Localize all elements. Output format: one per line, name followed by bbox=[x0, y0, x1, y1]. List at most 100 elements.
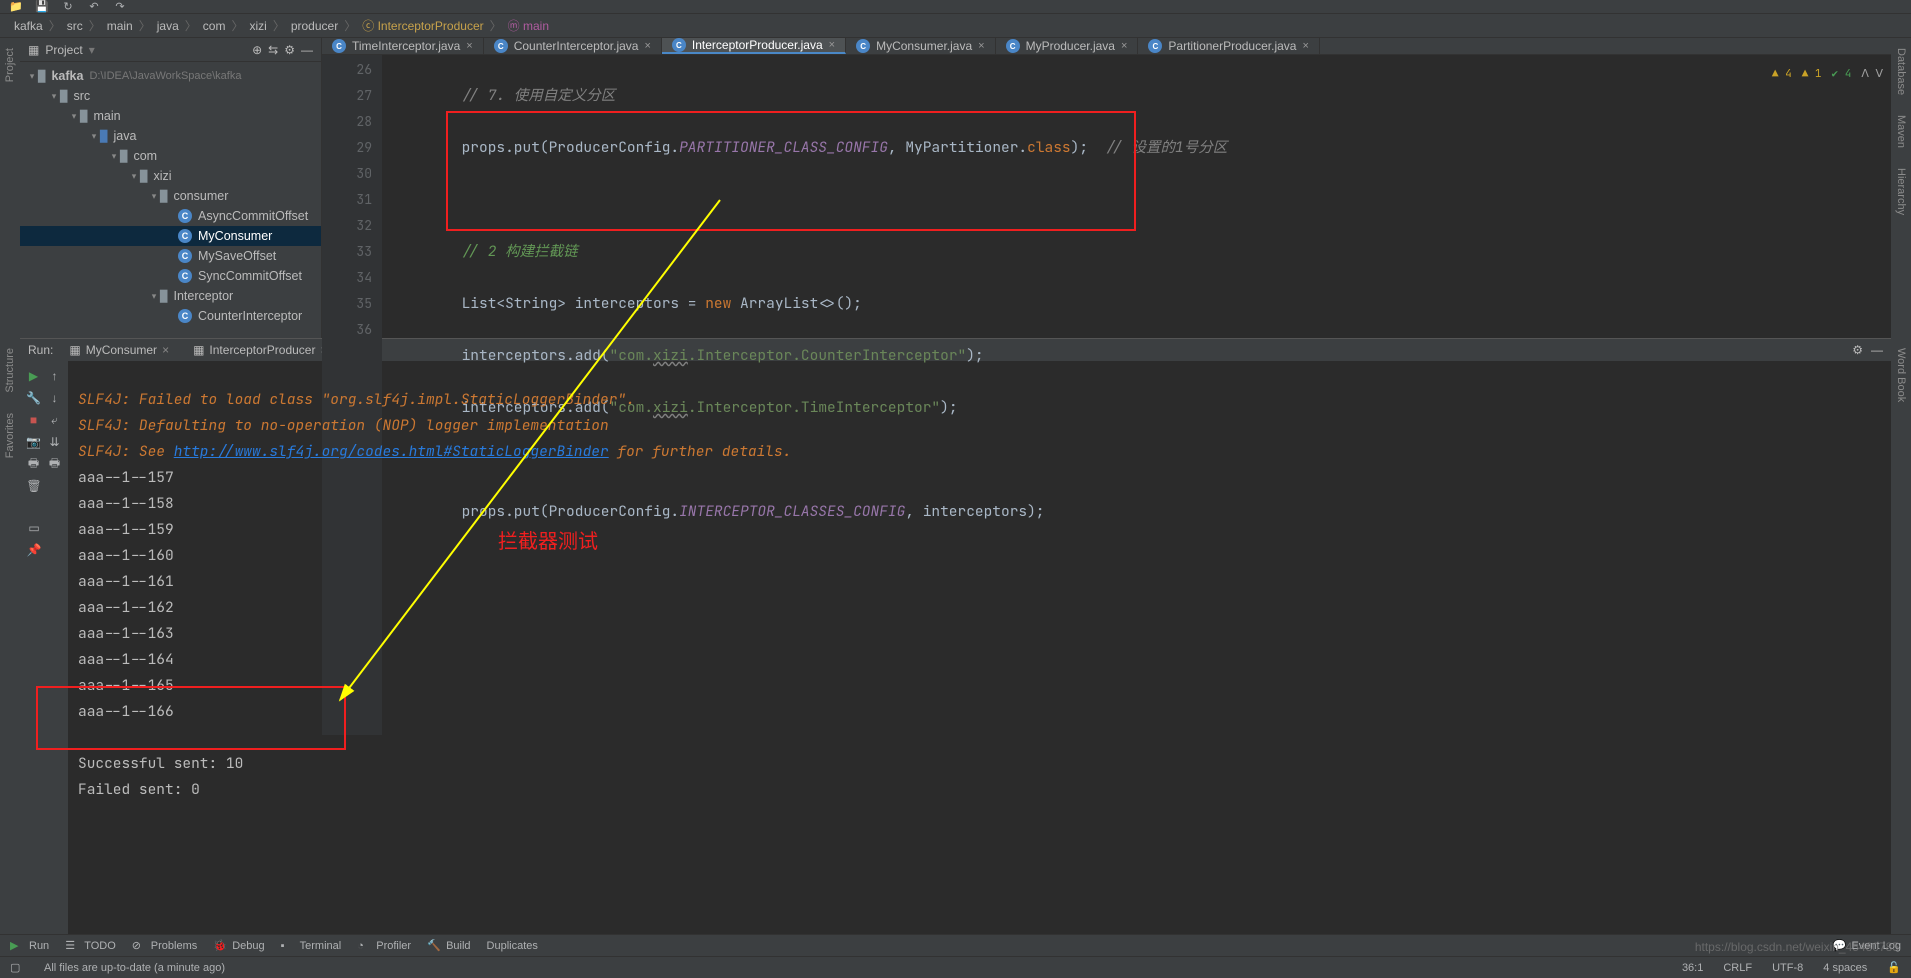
duplicates-tool-button[interactable]: Duplicates bbox=[487, 940, 538, 952]
open-icon[interactable]: 📁 bbox=[8, 0, 24, 15]
run-tab[interactable]: ▦ InterceptorProducer × bbox=[185, 341, 335, 359]
layout-icon[interactable]: ▭ bbox=[24, 517, 44, 539]
tree-row[interactable]: CCounterInterceptor bbox=[20, 306, 321, 326]
crumb[interactable]: java bbox=[153, 19, 183, 33]
gear-icon[interactable]: ⚙ bbox=[284, 43, 295, 57]
indent-setting[interactable]: 4 spaces bbox=[1823, 962, 1867, 974]
debug-tool-button[interactable]: 🐞Debug bbox=[213, 939, 264, 952]
tree-row[interactable]: ▾▉main bbox=[20, 106, 321, 126]
refresh-icon[interactable]: ↻ bbox=[60, 0, 76, 15]
file-encoding[interactable]: UTF-8 bbox=[1772, 962, 1803, 974]
hierarchy-tool-button[interactable]: Hierarchy bbox=[1895, 168, 1907, 215]
crumb-class[interactable]: ⓒ InterceptorProducer bbox=[358, 17, 487, 34]
editor-tab-active[interactable]: CInterceptorProducer.java× bbox=[662, 38, 846, 54]
crumb[interactable]: kafka bbox=[10, 19, 47, 33]
tree-row[interactable]: CAsyncCommitOffset bbox=[20, 206, 321, 226]
close-icon[interactable]: × bbox=[1302, 40, 1308, 52]
run-label: Run: bbox=[28, 343, 53, 357]
readonly-icon[interactable]: 🔓 bbox=[1887, 961, 1901, 974]
run-tool-button[interactable]: ▶Run bbox=[10, 939, 49, 952]
structure-tool-button[interactable]: Structure bbox=[4, 348, 16, 393]
editor-tab[interactable]: CMyProducer.java× bbox=[996, 38, 1139, 54]
right-tool-strip: Database Maven Hierarchy bbox=[1891, 38, 1911, 338]
print-icon[interactable]: 🖶 bbox=[24, 453, 43, 475]
scroll-icon[interactable]: ⇊ bbox=[45, 431, 64, 453]
save-icon[interactable]: 💾 bbox=[34, 0, 50, 15]
line-separator[interactable]: CRLF bbox=[1723, 962, 1752, 974]
project-tool-button[interactable]: Project bbox=[4, 48, 16, 82]
console-output[interactable]: SLF4J: Failed to load class "org.slf4j.i… bbox=[68, 361, 1891, 934]
tree-row[interactable]: ▾▉src bbox=[20, 86, 321, 106]
console-line: SLF4J: Defaulting to no-operation (NOP) … bbox=[78, 416, 609, 435]
redo-icon[interactable]: ↷ bbox=[112, 0, 128, 15]
crumb[interactable]: xizi bbox=[245, 19, 270, 33]
terminal-tool-button[interactable]: ▪Terminal bbox=[281, 940, 342, 952]
database-tool-button[interactable]: Database bbox=[1895, 48, 1907, 95]
crumb[interactable]: main bbox=[103, 19, 137, 33]
editor-tab[interactable]: CMyConsumer.java× bbox=[846, 38, 995, 54]
build-tool-button[interactable]: 🔨Build bbox=[427, 939, 470, 952]
up-icon[interactable]: ↑ bbox=[45, 365, 64, 387]
print2-icon[interactable]: 🖶 bbox=[45, 453, 64, 475]
close-icon[interactable]: × bbox=[978, 40, 984, 52]
todo-tool-button[interactable]: ☰TODO bbox=[65, 939, 116, 952]
bottom-tool-strip: ▶Run ☰TODO ⊘Problems 🐞Debug ▪Terminal ◔P… bbox=[0, 934, 1911, 956]
status-message: All files are up-to-date (a minute ago) bbox=[44, 962, 225, 974]
tree-root-path: D:\IDEA\JavaWorkSpace\kafka bbox=[89, 70, 241, 82]
left-tool-strip-lower: Structure Favorites bbox=[0, 338, 20, 934]
close-icon[interactable]: × bbox=[644, 40, 650, 52]
problems-tool-button[interactable]: ⊘Problems bbox=[132, 939, 197, 952]
tree-row[interactable]: CSyncCommitOffset bbox=[20, 266, 321, 286]
editor-tab[interactable]: CCounterInterceptor.java× bbox=[484, 38, 662, 54]
right-tool-strip-lower: Word Book bbox=[1891, 338, 1911, 934]
stop-icon[interactable]: ■ bbox=[24, 409, 43, 431]
console-line: aaa--1--158 bbox=[78, 494, 174, 513]
console-line: aaa--1--157 bbox=[78, 468, 174, 487]
caret-position[interactable]: 36:1 bbox=[1682, 962, 1703, 974]
hide-icon[interactable]: — bbox=[301, 43, 313, 57]
maven-tool-button[interactable]: Maven bbox=[1895, 115, 1907, 148]
pin-icon[interactable]: 📌 bbox=[24, 539, 44, 561]
editor-tabs: CTimeInterceptor.java× CCounterIntercept… bbox=[322, 38, 1891, 55]
collapse-icon[interactable]: ⇆ bbox=[268, 43, 278, 57]
tree-row[interactable]: ▾▉Interceptor bbox=[20, 286, 321, 306]
wrench-icon[interactable]: 🔧 bbox=[24, 387, 43, 409]
close-icon[interactable]: × bbox=[829, 39, 835, 51]
tree-row[interactable]: ▾▉consumer bbox=[20, 186, 321, 206]
tree-row[interactable]: ▾▉xizi bbox=[20, 166, 321, 186]
tree-root[interactable]: ▾▉ kafka D:\IDEA\JavaWorkSpace\kafka bbox=[20, 66, 321, 86]
favorites-tool-button[interactable]: Favorites bbox=[4, 413, 16, 458]
inspection-bar[interactable]: ▲ 4 ▲ 1 ✔ 4 ᐱ ᐯ bbox=[1772, 61, 1883, 87]
project-tree[interactable]: ▾▉ kafka D:\IDEA\JavaWorkSpace\kafka ▾▉s… bbox=[20, 62, 321, 338]
console-line: aaa--1--160 bbox=[78, 546, 174, 565]
soft-wrap-icon[interactable]: ⤶ bbox=[45, 409, 64, 431]
editor-tab[interactable]: CPartitionerProducer.java× bbox=[1138, 38, 1320, 54]
delete-icon[interactable]: 🗑 bbox=[24, 475, 44, 497]
wordbook-tool-button[interactable]: Word Book bbox=[1895, 348, 1907, 402]
slf4j-link[interactable]: http://www.slf4j.org/codes.html#StaticLo… bbox=[174, 442, 609, 461]
tree-row[interactable]: CMySaveOffset bbox=[20, 246, 321, 266]
crumb[interactable]: com bbox=[199, 19, 230, 33]
tree-row[interactable]: ▾▉com bbox=[20, 146, 321, 166]
console-line: SLF4J: Failed to load class "org.slf4j.i… bbox=[78, 390, 635, 409]
profiler-tool-button[interactable]: ◔Profiler bbox=[357, 940, 411, 952]
down-icon[interactable]: ↓ bbox=[45, 387, 64, 409]
rerun-icon[interactable]: ▶ bbox=[24, 365, 43, 387]
crumb[interactable]: src bbox=[63, 19, 87, 33]
crumb[interactable]: producer bbox=[287, 19, 342, 33]
run-tab[interactable]: ▦ MyConsumer × bbox=[61, 341, 177, 359]
editor-tab[interactable]: CTimeInterceptor.java× bbox=[322, 38, 484, 54]
tree-row-selected[interactable]: CMyConsumer bbox=[20, 226, 321, 246]
close-icon[interactable]: × bbox=[1121, 40, 1127, 52]
undo-icon[interactable]: ↶ bbox=[86, 0, 102, 15]
camera-icon[interactable]: 📷 bbox=[24, 431, 43, 453]
run-toolbar: ▶↑ 🔧↓ ■⤶ 📷⇊ 🖶🖶 🗑 ▭ 📌 bbox=[20, 361, 68, 934]
tree-row[interactable]: ▾▉java bbox=[20, 126, 321, 146]
watermark: https://blog.csdn.net/weixin_45480785 bbox=[1695, 940, 1899, 954]
status-icon[interactable]: ▢ bbox=[10, 961, 24, 974]
select-opened-icon[interactable]: ⊕ bbox=[252, 43, 262, 57]
crumb-method[interactable]: ⓜ main bbox=[504, 17, 553, 34]
close-icon[interactable]: × bbox=[466, 40, 472, 52]
run-panel: Run: ▦ MyConsumer × ▦ InterceptorProduce… bbox=[20, 338, 1891, 934]
project-combo-icon[interactable]: ▦ bbox=[28, 43, 39, 57]
